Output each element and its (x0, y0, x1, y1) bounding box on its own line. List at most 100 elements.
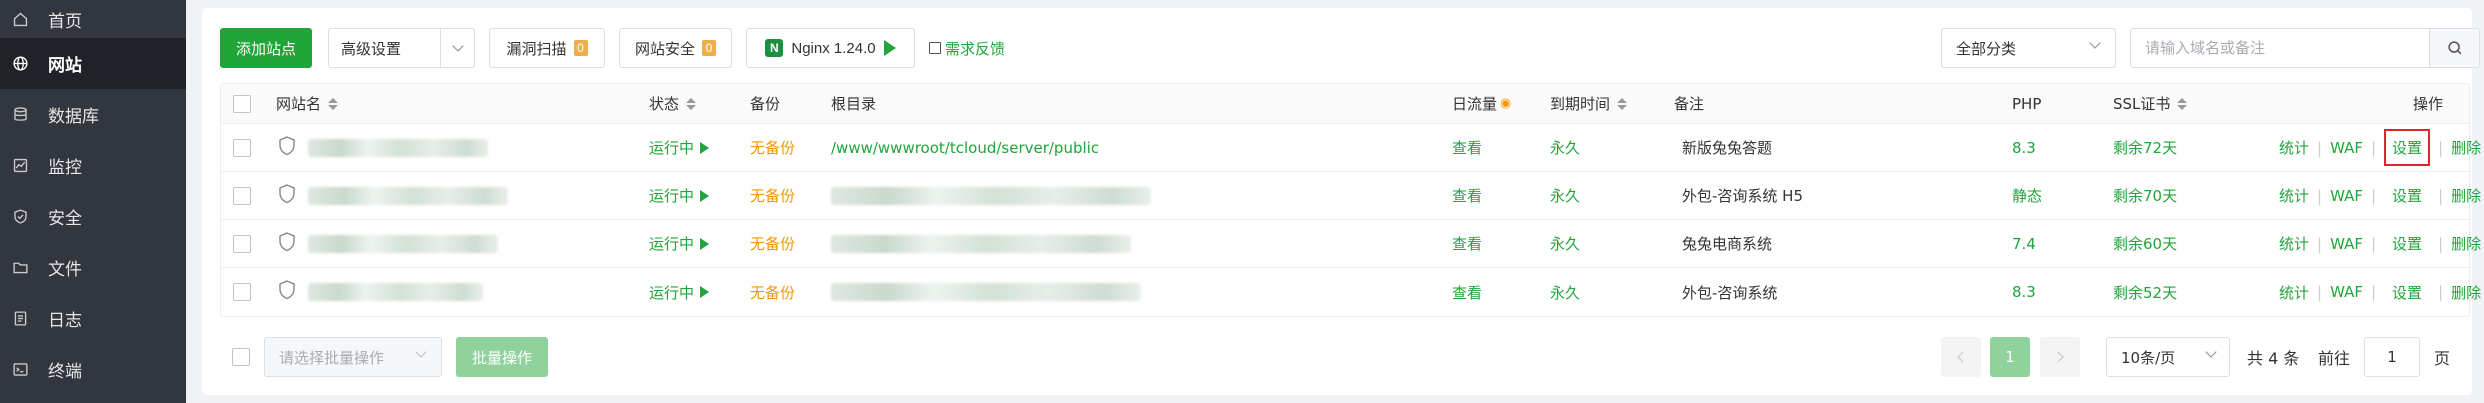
row-actions: 统计 | WAF | 设置 | 删除 (2279, 233, 2482, 254)
ssl-cell[interactable]: 剩余60天 (2113, 220, 2177, 267)
traffic-view-link[interactable]: 查看 (1452, 124, 1482, 171)
waf-link[interactable]: WAF (2330, 283, 2363, 301)
footer-select-all-checkbox[interactable] (232, 348, 250, 366)
sidebar-item-website[interactable]: 网站 (0, 38, 186, 89)
traffic-view-link[interactable]: 查看 (1452, 172, 1482, 219)
category-value: 全部分类 (1956, 39, 2017, 58)
status-running[interactable]: 运行中 (649, 220, 710, 267)
col-name-header[interactable]: 网站名 (276, 84, 339, 123)
site-name-cell[interactable] (276, 124, 488, 171)
batch-action-select[interactable]: 请选择批量操作 (264, 337, 442, 377)
delete-link[interactable]: 删除 (2451, 233, 2481, 254)
remark-cell[interactable]: 外包-咨询系统 H5 (1682, 172, 1803, 219)
row-actions: 统计 | WAF | 设置 | 删除 (2279, 282, 2482, 303)
site-name-cell[interactable] (276, 268, 483, 316)
search-button[interactable] (2429, 29, 2479, 67)
settings-link-highlighted[interactable]: 设置 (2384, 129, 2431, 166)
batch-action-button[interactable]: 批量操作 (456, 337, 548, 377)
expire-cell[interactable]: 永久 (1550, 124, 1580, 171)
delete-link[interactable]: 删除 (2451, 282, 2481, 303)
col-expire-header[interactable]: 到期时间 (1550, 84, 1628, 123)
remark-cell[interactable]: 外包-咨询系统 (1682, 268, 1777, 316)
category-select[interactable]: 全部分类 (1941, 28, 2116, 68)
php-version-cell[interactable]: 8.3 (2012, 268, 2036, 316)
sort-icon (328, 97, 339, 110)
prev-page-button[interactable] (1941, 337, 1981, 377)
sidebar-item-terminal[interactable]: 终端 (0, 344, 186, 395)
per-page-select[interactable]: 10条/页 (2106, 337, 2230, 377)
ssl-cell[interactable]: 剩余52天 (2113, 268, 2177, 316)
php-version-cell[interactable]: 8.3 (2012, 124, 2036, 171)
waf-link[interactable]: WAF (2330, 235, 2363, 253)
ssl-cell[interactable]: 剩余72天 (2113, 124, 2177, 171)
php-version-cell[interactable]: 7.4 (2012, 220, 2036, 267)
site-name-cell[interactable] (276, 220, 498, 267)
settings-link[interactable]: 设置 (2384, 185, 2430, 206)
sidebar-item-monitor[interactable]: 监控 (0, 140, 186, 191)
expire-cell[interactable]: 永久 (1550, 220, 1580, 267)
chevron-down-icon[interactable] (440, 29, 474, 67)
select-all-checkbox[interactable] (233, 94, 251, 113)
stats-link[interactable]: 统计 (2279, 282, 2309, 303)
stats-link[interactable]: 统计 (2279, 233, 2309, 254)
expire-cell[interactable]: 永久 (1550, 172, 1580, 219)
advanced-settings-dropdown[interactable]: 高级设置 (328, 28, 475, 68)
status-running[interactable]: 运行中 (649, 172, 710, 219)
add-site-button[interactable]: 添加站点 (220, 28, 312, 68)
table-header: 网站名 状态 备份 根目录 日流量 ◉ 到期时间 备注 PHP SSL证书 操作 (221, 84, 2469, 124)
root-dir-link[interactable] (831, 172, 1151, 219)
settings-link[interactable]: 设置 (2384, 233, 2430, 254)
site-name-cell[interactable] (276, 172, 508, 219)
row-checkbox[interactable] (233, 138, 251, 157)
backup-cell[interactable]: 无备份 (750, 172, 795, 219)
row-checkbox[interactable] (233, 234, 251, 253)
backup-label: 无备份 (750, 187, 796, 205)
stats-link[interactable]: 统计 (2279, 185, 2309, 206)
sidebar-item-label: 数据库 (48, 107, 99, 127)
php-version-cell[interactable]: 静态 (2012, 172, 2042, 219)
next-page-button[interactable] (2040, 337, 2080, 377)
backup-cell[interactable]: 无备份 (750, 268, 795, 316)
status-running[interactable]: 运行中 (649, 268, 710, 316)
nginx-button[interactable]: N Nginx 1.24.0 (746, 28, 915, 68)
traffic-view-link[interactable]: 查看 (1452, 268, 1482, 316)
sidebar-item-logs[interactable]: 日志 (0, 293, 186, 344)
col-ssl-header[interactable]: SSL证书 (2113, 84, 2188, 123)
remark-cell[interactable]: 新版兔兔答题 (1682, 124, 1772, 171)
eye-icon: ◉ (1500, 96, 1512, 111)
row-checkbox[interactable] (233, 186, 251, 205)
backup-cell[interactable]: 无备份 (750, 220, 795, 267)
waf-link[interactable]: WAF (2330, 139, 2363, 157)
feedback-link[interactable]: 需求反馈 (929, 28, 1005, 68)
search-input[interactable] (2131, 29, 2429, 67)
root-dir-link[interactable] (831, 220, 1131, 267)
delete-link[interactable]: 删除 (2451, 137, 2481, 158)
sidebar-item-security[interactable]: 安全 (0, 191, 186, 242)
goto-page-input[interactable]: 1 (2364, 337, 2420, 377)
sidebar-item-database[interactable]: 数据库 (0, 89, 186, 140)
col-traffic-header[interactable]: 日流量 ◉ (1452, 84, 1511, 123)
root-dir-link[interactable]: /www/wwwroot/tcloud/server/public (831, 124, 1099, 171)
expire-cell[interactable]: 永久 (1550, 268, 1580, 316)
waf-link[interactable]: WAF (2330, 187, 2363, 205)
traffic-view-link[interactable]: 查看 (1452, 220, 1482, 267)
remark-cell[interactable]: 兔兔电商系统 (1682, 220, 1772, 267)
backup-cell[interactable]: 无备份 (750, 124, 795, 171)
delete-link[interactable]: 删除 (2451, 185, 2481, 206)
settings-link[interactable]: 设置 (2384, 282, 2430, 303)
row-checkbox[interactable] (233, 283, 251, 301)
php-label: 静态 (2012, 187, 2043, 205)
sidebar-item-home[interactable]: 首页 (0, 0, 186, 38)
status-running[interactable]: 运行中 (649, 124, 710, 171)
col-status-header[interactable]: 状态 (649, 84, 697, 123)
stats-link[interactable]: 统计 (2279, 137, 2309, 158)
monitor-icon (10, 156, 30, 176)
table-row: 运行中 无备份 查看 永久 兔兔电商系统 7.4 剩余60天 统计 | WAF | … (221, 220, 2481, 268)
vuln-scan-button[interactable]: 漏洞扫描 0 (489, 28, 605, 68)
root-dir-link[interactable] (831, 268, 1141, 316)
site-security-button[interactable]: 网站安全 0 (619, 28, 732, 68)
page-number-button[interactable]: 1 (1990, 337, 2030, 377)
col-php-header: PHP (2012, 84, 2041, 123)
ssl-cell[interactable]: 剩余70天 (2113, 172, 2177, 219)
sidebar-item-files[interactable]: 文件 (0, 242, 186, 293)
